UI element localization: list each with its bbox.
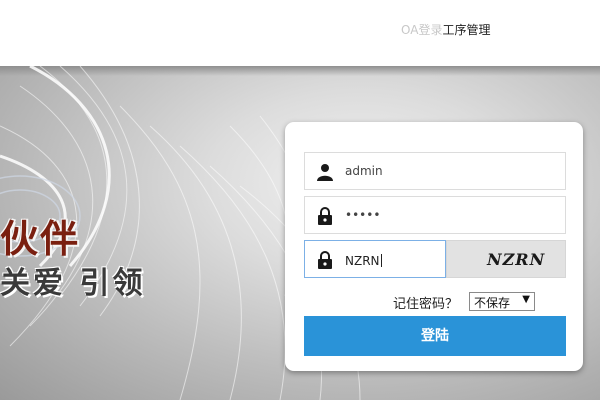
- remember-password-selected: 不保存: [474, 296, 511, 310]
- username-field[interactable]: admin: [304, 152, 566, 190]
- password-value[interactable]: •••••: [345, 208, 380, 222]
- lock-icon: [318, 251, 332, 269]
- remember-password-label: 记住密码？: [393, 297, 459, 312]
- top-header: OA登录工序管理: [0, 0, 600, 66]
- captcha-image[interactable]: NZRN: [446, 240, 566, 278]
- page-title-text: 工序管理: [442, 23, 491, 37]
- username-value[interactable]: admin: [345, 164, 383, 178]
- captcha-input-value[interactable]: NZRN: [345, 254, 382, 268]
- chevron-down-icon: ▼: [522, 294, 530, 305]
- user-icon: [317, 164, 333, 181]
- text-cursor: [380, 254, 382, 267]
- page-title-faded: OA登录: [401, 23, 443, 37]
- remember-password-select[interactable]: 不保存 ▼: [469, 292, 535, 311]
- password-field[interactable]: •••••: [304, 196, 566, 234]
- lock-icon: [318, 207, 332, 225]
- captcha-field[interactable]: NZRN: [304, 240, 446, 278]
- login-button[interactable]: 登陆: [304, 316, 566, 356]
- captcha-input-text: NZRN: [345, 254, 380, 268]
- banner-slogan-line2: 关爱 引领: [0, 266, 146, 301]
- banner-slogan-line1: 伙伴: [0, 216, 81, 261]
- page-title: OA登录工序管理: [401, 21, 490, 38]
- captcha-image-text: NZRN: [487, 250, 546, 269]
